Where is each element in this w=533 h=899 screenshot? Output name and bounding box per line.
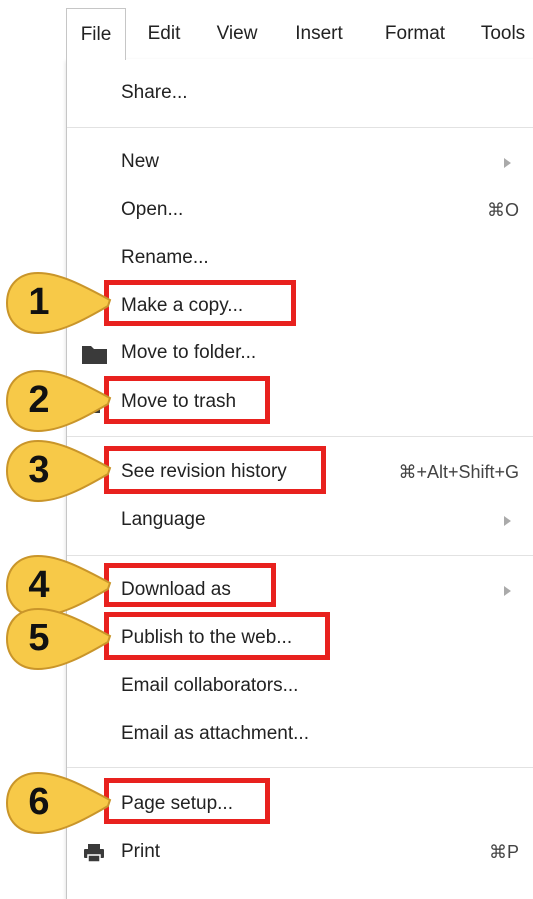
callout-number: 6 bbox=[28, 781, 50, 823]
print-label: Print bbox=[121, 841, 161, 862]
tab-file[interactable]: File bbox=[66, 8, 126, 60]
highlight-publish bbox=[104, 612, 330, 660]
highlight-move-to-trash bbox=[104, 376, 270, 424]
submenu-arrow-icon bbox=[504, 158, 511, 168]
callout-number: 1 bbox=[28, 281, 50, 323]
callout-6: 6 bbox=[4, 770, 114, 836]
printer-icon bbox=[79, 830, 109, 891]
callout-3: 3 bbox=[4, 438, 114, 504]
highlight-page-setup bbox=[104, 778, 270, 824]
menu-item-open[interactable]: Open... ⌘O bbox=[67, 188, 533, 232]
tab-format[interactable]: Format bbox=[370, 8, 460, 60]
print-shortcut: ⌘P bbox=[488, 842, 519, 862]
tab-view[interactable]: View bbox=[206, 8, 268, 60]
new-label: New bbox=[121, 151, 160, 172]
menu-separator bbox=[67, 767, 533, 768]
highlight-download-as bbox=[104, 563, 276, 607]
highlight-make-copy bbox=[104, 280, 296, 326]
language-label: Language bbox=[121, 509, 206, 530]
tab-insert[interactable]: Insert bbox=[284, 8, 354, 60]
menu-item-rename[interactable]: Rename... bbox=[67, 236, 533, 280]
open-label: Open... bbox=[121, 199, 184, 220]
callout-number: 2 bbox=[28, 379, 50, 421]
tab-edit[interactable]: Edit bbox=[136, 8, 192, 60]
share-label: Share... bbox=[121, 82, 188, 103]
menu-item-print[interactable]: Print ⌘P bbox=[67, 830, 533, 874]
menubar: File Edit View Insert Format Tools bbox=[66, 8, 533, 60]
menu-separator bbox=[67, 127, 533, 128]
revision-shortcut: ⌘+Alt+Shift+G bbox=[398, 462, 519, 482]
open-shortcut: ⌘O bbox=[486, 200, 519, 220]
menu-item-share[interactable]: Share... bbox=[67, 71, 533, 115]
email-attachment-label: Email as attachment... bbox=[121, 723, 309, 744]
callout-2: 2 bbox=[4, 368, 114, 434]
callout-number: 5 bbox=[28, 617, 50, 659]
menu-item-language[interactable]: Language bbox=[67, 498, 533, 542]
email-collaborators-label: Email collaborators... bbox=[121, 675, 299, 696]
move-to-folder-label: Move to folder... bbox=[121, 342, 257, 363]
callout-1: 1 bbox=[4, 270, 114, 336]
callout-5: 5 bbox=[4, 606, 114, 672]
menu-separator bbox=[67, 436, 533, 437]
rename-label: Rename... bbox=[121, 247, 209, 268]
menu-item-email-attachment[interactable]: Email as attachment... bbox=[67, 712, 533, 756]
highlight-see-revision-history bbox=[104, 446, 326, 494]
menu-item-email-collaborators[interactable]: Email collaborators... bbox=[67, 664, 533, 708]
tab-tools[interactable]: Tools bbox=[472, 8, 533, 60]
menu-separator bbox=[67, 555, 533, 556]
menu-item-new[interactable]: New bbox=[67, 140, 533, 184]
submenu-arrow-icon bbox=[504, 516, 511, 526]
callout-number: 3 bbox=[28, 449, 50, 491]
menu-item-move-to-folder[interactable]: Move to folder... bbox=[67, 331, 533, 375]
submenu-arrow-icon bbox=[504, 586, 511, 596]
